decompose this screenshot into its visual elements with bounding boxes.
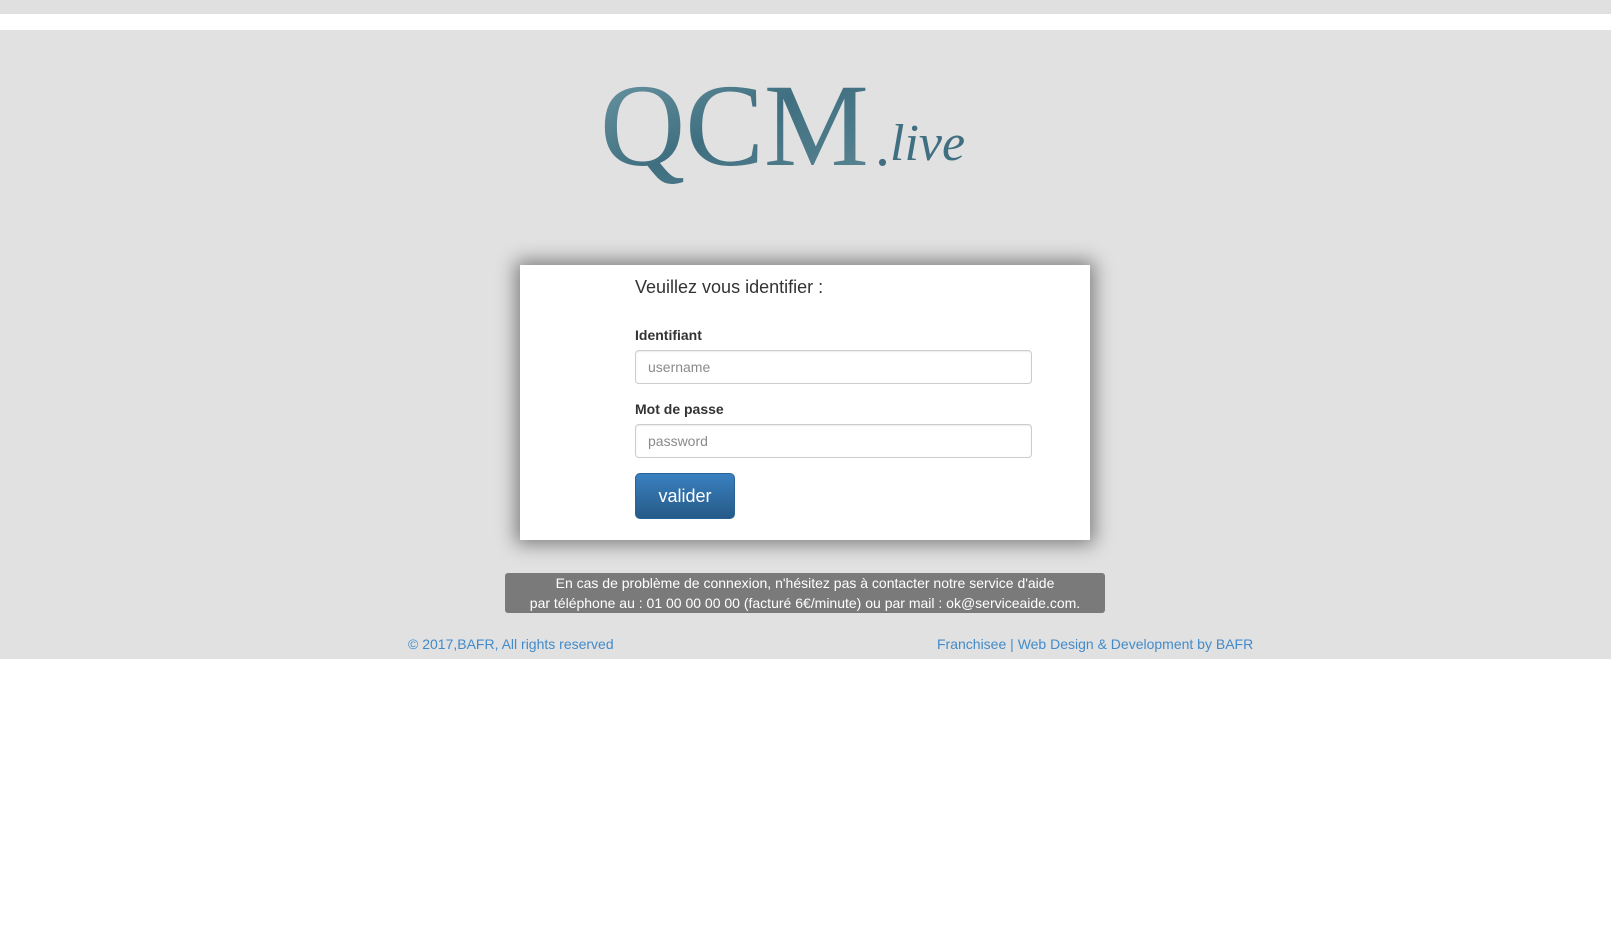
password-label: Mot de passe [635,401,724,417]
credits-link[interactable]: Web Design & Development by BAFR [1018,636,1254,652]
username-input[interactable] [635,350,1032,384]
top-strip [0,0,1611,14]
logo-sub-text: live [890,115,965,172]
qcm-live-logo: QCM . live [0,60,1611,200]
username-label: Identifiant [635,327,702,343]
password-input[interactable] [635,424,1032,458]
login-title: Veuillez vous identifier : [635,277,824,297]
logo-main-text: QCM [600,60,869,190]
help-line-1: En cas de problème de connexion, n'hésit… [555,575,1055,591]
submit-button[interactable]: valider [635,473,735,519]
login-card: Veuillez vous identifier : Identifiant M… [520,265,1090,540]
help-notice: En cas de problème de connexion, n'hésit… [505,573,1105,613]
help-line-2: par téléphone au : 01 00 00 00 00 (factu… [529,595,1081,611]
footer-credits: Franchisee | Web Design & Development by… [937,636,1253,652]
logo-dot: . [875,112,890,178]
footer-separator: | [1006,636,1018,652]
footer-copyright: © 2017,BAFR, All rights reserved [408,636,614,652]
franchisee-link[interactable]: Franchisee [937,636,1006,652]
